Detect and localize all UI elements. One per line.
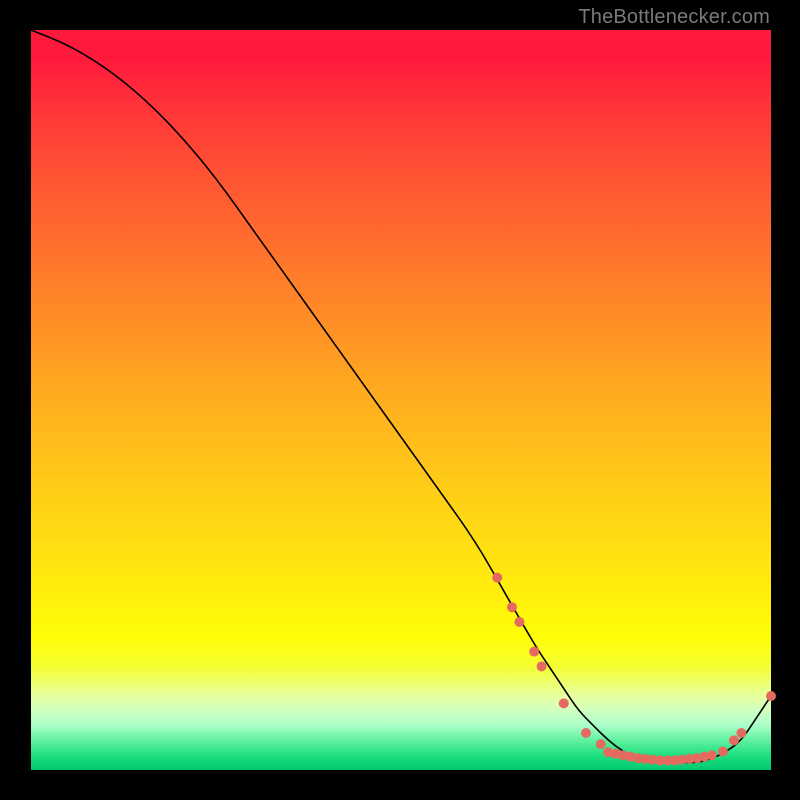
data-marker [707, 750, 717, 760]
attribution-label: TheBottlenecker.com [578, 6, 770, 29]
data-marker [766, 691, 776, 701]
data-markers [492, 573, 776, 766]
chart-stage: TheBottlenecker.com [0, 0, 800, 800]
data-marker [729, 735, 739, 745]
data-marker [537, 661, 547, 671]
plot-area [31, 30, 771, 770]
bottleneck-curve [31, 30, 771, 763]
data-marker [529, 647, 539, 657]
chart-svg [31, 30, 771, 770]
data-marker [581, 728, 591, 738]
data-marker [514, 617, 524, 627]
data-marker [736, 728, 746, 738]
data-marker [507, 602, 517, 612]
data-marker [596, 739, 606, 749]
data-marker [492, 573, 502, 583]
data-marker [718, 747, 728, 757]
data-marker [559, 698, 569, 708]
